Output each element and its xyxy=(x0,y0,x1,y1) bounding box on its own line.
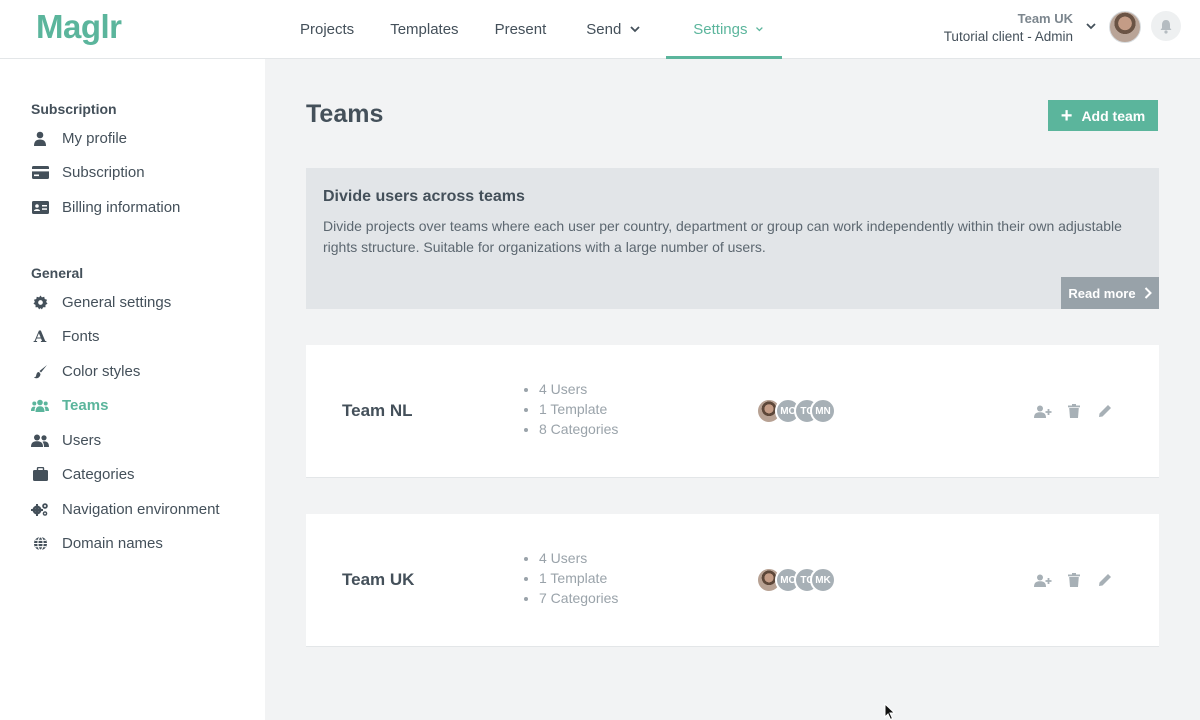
pencil-icon xyxy=(1099,405,1111,417)
sidebar-item-label: Domain names xyxy=(62,534,163,552)
add-member-button[interactable] xyxy=(1032,400,1054,422)
briefcase-icon xyxy=(31,465,49,483)
sidebar-item-teams[interactable]: Teams xyxy=(31,393,108,417)
team-categories-count: 8 Categories xyxy=(520,419,618,439)
chevron-right-icon xyxy=(1144,287,1152,299)
sidebar-item-navigation-environment[interactable]: Navigation environment xyxy=(31,497,220,521)
team-card: Team UK 4 Users 1 Template 7 Categories … xyxy=(306,514,1159,647)
chevron-down-icon xyxy=(630,26,640,33)
brush-icon xyxy=(31,362,49,380)
team-stats: 4 Users 1 Template 7 Categories xyxy=(520,548,618,608)
add-team-label: Add team xyxy=(1081,107,1146,124)
nav-present[interactable]: Present xyxy=(477,0,565,58)
team-name: Team NL xyxy=(342,401,413,420)
chevron-down-icon[interactable] xyxy=(1085,20,1097,32)
bell-icon xyxy=(1160,19,1172,34)
sidebar: Subscription My profile Subscription Bil… xyxy=(0,59,265,720)
sidebar-item-label: Teams xyxy=(62,396,109,414)
nav-templates-label: Templates xyxy=(390,20,459,38)
globe-icon xyxy=(31,534,49,552)
team-actions xyxy=(1032,569,1125,591)
font-icon: A xyxy=(33,326,47,346)
chevron-down-icon xyxy=(756,27,764,32)
sidebar-item-color-styles[interactable]: Color styles xyxy=(31,359,140,383)
trash-icon xyxy=(1068,404,1080,418)
sidebar-item-label: Subscription xyxy=(62,163,145,181)
user-icon xyxy=(31,129,49,147)
sidebar-item-label: Fonts xyxy=(62,327,100,345)
user-avatar[interactable] xyxy=(1109,11,1141,43)
sidebar-item-fonts[interactable]: A Fonts xyxy=(31,324,100,348)
account-team: Team UK xyxy=(1017,11,1073,26)
sidebar-item-label: General settings xyxy=(62,293,172,311)
add-member-button[interactable] xyxy=(1032,569,1054,591)
info-title: Divide users across teams xyxy=(323,188,525,205)
info-text: Divide projects over teams where each us… xyxy=(323,218,1122,255)
member-avatar: MN xyxy=(810,398,836,424)
delete-team-button[interactable] xyxy=(1063,569,1085,591)
nav-send-label: Send xyxy=(586,20,622,38)
nav-projects-label: Projects xyxy=(300,20,355,38)
sidebar-item-label: Categories xyxy=(62,465,135,483)
nav-templates[interactable]: Templates xyxy=(372,0,476,58)
team-templates-count: 1 Template xyxy=(520,568,618,588)
sidebar-item-my-profile[interactable]: My profile xyxy=(31,126,127,150)
sidebar-item-domain-names[interactable]: Domain names xyxy=(31,531,163,555)
nav-settings-label: Settings xyxy=(693,20,748,38)
gears-icon xyxy=(31,500,49,518)
notifications-button[interactable] xyxy=(1151,11,1181,41)
team-stats: 4 Users 1 Template 8 Categories xyxy=(520,379,618,439)
team-categories-count: 7 Categories xyxy=(520,588,618,608)
top-bar: Maglr Projects Templates Present Send Se… xyxy=(0,0,1200,59)
nav-settings[interactable]: Settings xyxy=(666,0,783,59)
team-actions xyxy=(1032,400,1125,422)
account-switcher[interactable]: Team UK Tutorial client - Admin xyxy=(944,10,1073,46)
sidebar-item-label: Navigation environment xyxy=(62,500,220,518)
sidebar-item-users[interactable]: Users xyxy=(31,428,101,452)
sidebar-item-label: Billing information xyxy=(62,198,181,216)
edit-team-button[interactable] xyxy=(1094,569,1116,591)
sidebar-item-general-settings[interactable]: General settings xyxy=(31,290,171,314)
credit-card-icon xyxy=(31,163,49,181)
team-name: Team UK xyxy=(342,570,415,589)
member-avatar: MK xyxy=(810,567,836,593)
users-group-icon xyxy=(31,396,49,414)
team-users-count: 4 Users xyxy=(520,548,618,568)
team-users-count: 4 Users xyxy=(520,379,618,399)
add-team-button[interactable]: + Add team xyxy=(1048,100,1158,131)
sidebar-item-label: Color styles xyxy=(62,362,141,380)
plus-icon: + xyxy=(1060,104,1073,127)
nav-present-label: Present xyxy=(494,20,547,38)
team-templates-count: 1 Template xyxy=(520,399,618,419)
sidebar-heading-general: General xyxy=(31,265,84,281)
users-icon xyxy=(31,431,49,449)
sidebar-item-categories[interactable]: Categories xyxy=(31,462,135,486)
user-plus-icon xyxy=(1034,574,1052,587)
gear-icon xyxy=(31,293,49,311)
sidebar-item-label: Users xyxy=(62,431,102,449)
edit-team-button[interactable] xyxy=(1094,400,1116,422)
nav-projects[interactable]: Projects xyxy=(282,0,372,58)
account-client: Tutorial client - Admin xyxy=(943,29,1073,44)
nav-send[interactable]: Send xyxy=(564,0,670,58)
page-title: Teams xyxy=(306,100,384,128)
team-card: Team NL 4 Users 1 Template 8 Categories … xyxy=(306,345,1159,478)
trash-icon xyxy=(1068,573,1080,587)
logo[interactable]: Maglr xyxy=(36,8,122,46)
user-plus-icon xyxy=(1034,405,1052,418)
mouse-cursor-icon xyxy=(884,703,896,720)
main-nav: Projects Templates Present Send Settings xyxy=(282,0,783,59)
delete-team-button[interactable] xyxy=(1063,400,1085,422)
read-more-label: Read more xyxy=(1068,285,1136,301)
read-more-button[interactable]: Read more xyxy=(1061,277,1159,309)
sidebar-item-billing-information[interactable]: Billing information xyxy=(31,195,180,219)
sidebar-item-label: My profile xyxy=(62,129,128,147)
pencil-icon xyxy=(1099,574,1111,586)
info-banner: Divide users across teams Divide project… xyxy=(306,168,1159,309)
id-card-icon xyxy=(31,198,49,216)
sidebar-item-subscription[interactable]: Subscription xyxy=(31,160,145,184)
sidebar-heading-subscription: Subscription xyxy=(31,101,117,117)
